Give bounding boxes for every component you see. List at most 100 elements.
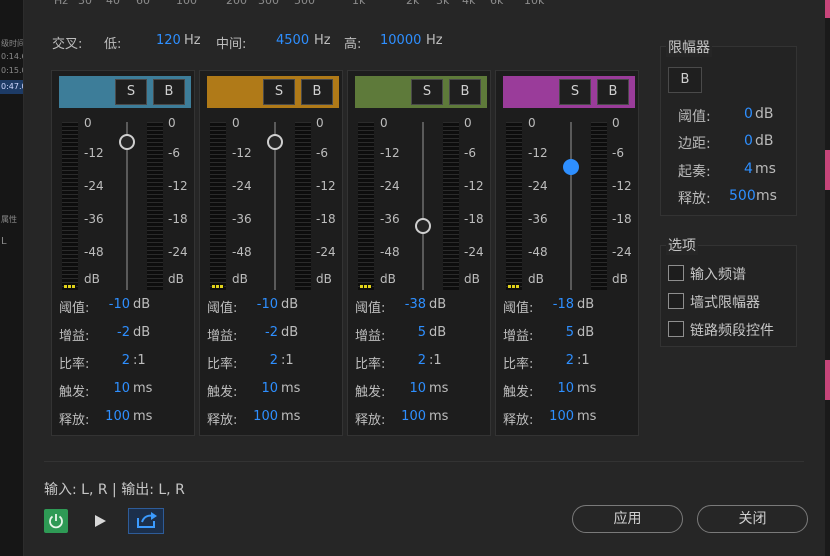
band-4-threshold-value[interactable]: -18 — [553, 297, 574, 312]
band-3-gain-value[interactable]: 5 — [418, 325, 426, 340]
band-1-gain-row: 增益: -2 dB — [59, 325, 195, 345]
band-4-gain-value[interactable]: 5 — [566, 325, 574, 340]
band-2-threshold-value[interactable]: -10 — [257, 297, 278, 312]
meter-tick-label: -24 — [464, 245, 484, 259]
band-4-gain-row: 增益: 5 dB — [503, 325, 639, 345]
band-2-bypass-button[interactable]: B — [301, 79, 333, 105]
crossover-mid-unit: Hz — [314, 33, 331, 48]
crossover-mid-label: 中间: — [216, 37, 247, 52]
meter-tick-label: 0 — [612, 116, 620, 130]
gain-unit: dB — [429, 325, 447, 340]
gain-label: 增益: — [207, 329, 238, 344]
band-2-threshold-slider-handle[interactable] — [267, 134, 283, 151]
band-2-threshold-row: 阈值: -10 dB — [207, 297, 343, 317]
band-3-ratio-value[interactable]: 2 — [418, 353, 426, 368]
link-band-controls-label[interactable]: 链路频段控件 — [690, 320, 774, 340]
band-3-release-value[interactable]: 100 — [401, 409, 426, 424]
limiter-bypass-button[interactable]: B — [668, 67, 702, 93]
band-2-attack-row: 触发: 10 ms — [207, 381, 343, 401]
band-2-ratio-value[interactable]: 2 — [270, 353, 278, 368]
band-2-attack-value[interactable]: 10 — [261, 381, 278, 396]
band-1-bypass-button[interactable]: B — [153, 79, 185, 105]
meter-tick-label: 0 — [168, 116, 176, 130]
band-4-header[interactable]: SB — [503, 76, 635, 108]
band-3-threshold-value[interactable]: -38 — [405, 297, 426, 312]
apply-button[interactable]: 应用 — [572, 505, 683, 533]
scale-label: 10k — [524, 0, 545, 7]
band-2-solo-button[interactable]: S — [263, 79, 295, 105]
band-4-ratio-value[interactable]: 2 — [566, 353, 574, 368]
band-3-attack-value[interactable]: 10 — [409, 381, 426, 396]
meter-tick-label: dB — [528, 272, 544, 286]
band-3-threshold-row: 阈值: -38 dB — [355, 297, 491, 317]
band-1-attack-value[interactable]: 10 — [113, 381, 130, 396]
scale-label: 6k — [490, 0, 504, 7]
meter-tick-label: -12 — [464, 179, 484, 193]
gain-label: 增益: — [503, 329, 534, 344]
brickwall-limiter-checkbox[interactable] — [668, 293, 684, 309]
band-2-release-value[interactable]: 100 — [253, 409, 278, 424]
limiter-threshold-label: 阈值: — [678, 109, 711, 125]
crossover-high-value[interactable]: 10000 — [380, 33, 421, 48]
strip-text: L — [1, 236, 7, 247]
band-1-attack-row: 触发: 10 ms — [59, 381, 195, 401]
band-4-release-value[interactable]: 100 — [549, 409, 574, 424]
threshold-label: 阈值: — [207, 301, 238, 316]
attack-unit: ms — [577, 381, 597, 396]
meter-tick-label: dB — [464, 272, 480, 286]
band-3-threshold-slider-handle[interactable] — [415, 218, 431, 235]
input-spectrum-label[interactable]: 输入频谱 — [690, 264, 746, 284]
band-2-header[interactable]: SB — [207, 76, 339, 108]
input-spectrum-checkbox[interactable] — [668, 265, 684, 281]
band-1-threshold-slider-handle[interactable] — [119, 134, 135, 151]
strip-text: 0:15.0 — [1, 66, 23, 75]
band-4-bypass-button[interactable]: B — [597, 79, 629, 105]
limiter-margin-value[interactable]: 0 — [744, 133, 753, 149]
band-1-solo-button[interactable]: S — [115, 79, 147, 105]
ratio-label: 比率: — [207, 357, 238, 372]
limiter-margin-unit: dB — [755, 133, 774, 149]
power-button[interactable] — [44, 509, 68, 533]
attack-label: 触发: — [207, 385, 238, 400]
band-4-threshold-slider-track[interactable] — [570, 122, 572, 290]
threshold-unit: dB — [133, 297, 151, 312]
brickwall-limiter-label[interactable]: 墙式限幅器 — [690, 292, 760, 312]
band-4-threshold-slider-handle[interactable] — [563, 159, 579, 176]
preview-play-button[interactable] — [88, 509, 112, 533]
band-3-header[interactable]: SB — [355, 76, 487, 108]
threshold-label: 阈值: — [59, 301, 90, 316]
band-1-threshold-value[interactable]: -10 — [109, 297, 130, 312]
band-4-solo-button[interactable]: S — [559, 79, 591, 105]
limiter-release-value[interactable]: 500 — [729, 188, 756, 204]
gain-label: 增益: — [59, 329, 90, 344]
crossover-low-value[interactable]: 120 — [156, 33, 181, 48]
ratio-unit: :1 — [577, 353, 590, 368]
limiter-attack-value[interactable]: 4 — [744, 161, 753, 177]
band-3-bypass-button[interactable]: B — [449, 79, 481, 105]
loop-playback-button[interactable] — [128, 508, 164, 534]
limiter-release-unit: ms — [756, 188, 777, 204]
link-band-controls-checkbox[interactable] — [668, 321, 684, 337]
meter-tick-label: 0 — [232, 116, 240, 130]
band-1-output-meter — [147, 122, 163, 290]
crossover-mid-value[interactable]: 4500 — [276, 33, 309, 48]
scale-label: Hz — [54, 0, 69, 7]
ratio-label: 比率: — [503, 357, 534, 372]
meter-tick-label: 0 — [380, 116, 388, 130]
limiter-threshold-value[interactable]: 0 — [744, 106, 753, 122]
band-1-ratio-value[interactable]: 2 — [122, 353, 130, 368]
band-1-ratio-row: 比率: 2:1 — [59, 353, 195, 373]
scale-label: 100 — [176, 0, 197, 7]
scale-label: 4k — [462, 0, 476, 7]
band-1-release-value[interactable]: 100 — [105, 409, 130, 424]
strip-text: 级时间 — [1, 39, 24, 48]
meter-tick-label: -12 — [168, 179, 188, 193]
close-button[interactable]: 关闭 — [697, 505, 808, 533]
band-1-header[interactable]: SB — [59, 76, 191, 108]
scale-label: 40 — [106, 0, 120, 7]
band-3-threshold-slider-track[interactable] — [422, 122, 424, 290]
band-3-solo-button[interactable]: S — [411, 79, 443, 105]
band-1-gain-value[interactable]: -2 — [117, 325, 130, 340]
band-4-attack-value[interactable]: 10 — [557, 381, 574, 396]
band-2-gain-value[interactable]: -2 — [265, 325, 278, 340]
